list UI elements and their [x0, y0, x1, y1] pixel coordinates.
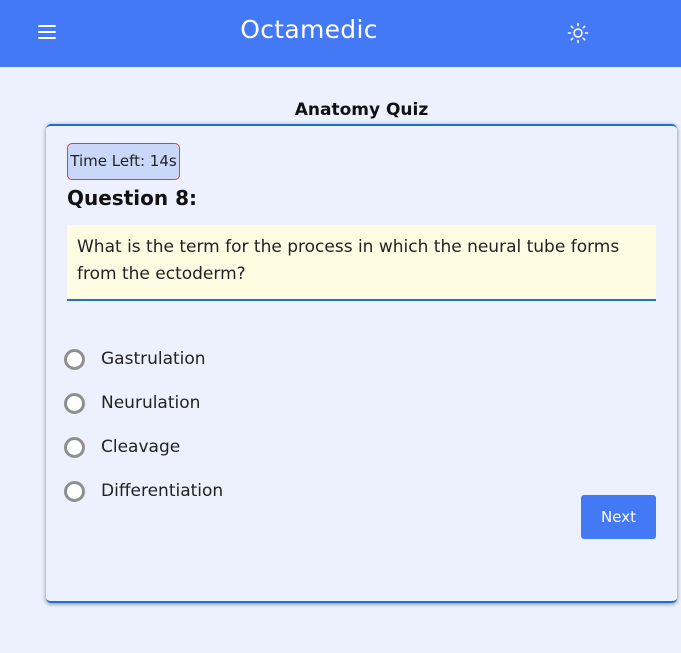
quiz-card: Time Left: 14s Question 8: What is the t…	[46, 124, 677, 603]
quiz-title: Anatomy Quiz	[294, 100, 429, 120]
next-button[interactable]: Next	[581, 495, 656, 539]
top-app-bar: Octamedic	[0, 0, 681, 67]
answer-option-label: Differentiation	[101, 481, 224, 501]
answer-option[interactable]: Cleavage	[64, 425, 464, 469]
question-text: What is the term for the process in whic…	[67, 225, 656, 301]
app-title: Octamedic	[240, 15, 378, 44]
answer-options: Gastrulation Neurulation Cleavage Differ…	[64, 337, 464, 513]
answer-option-label: Neurulation	[101, 393, 201, 413]
answer-option[interactable]: Differentiation	[64, 469, 464, 513]
answer-option-label: Cleavage	[101, 437, 181, 457]
answer-option[interactable]: Neurulation	[64, 381, 464, 425]
answer-option[interactable]: Gastrulation	[64, 337, 464, 381]
time-left-badge: Time Left: 14s	[67, 143, 180, 180]
question-number: Question 8:	[67, 186, 197, 210]
radio-button[interactable]	[64, 480, 85, 502]
radio-button[interactable]	[64, 348, 85, 370]
radio-button[interactable]	[64, 392, 85, 414]
radio-button[interactable]	[64, 436, 85, 458]
answer-option-label: Gastrulation	[101, 349, 206, 369]
sun-icon[interactable]	[566, 21, 590, 45]
